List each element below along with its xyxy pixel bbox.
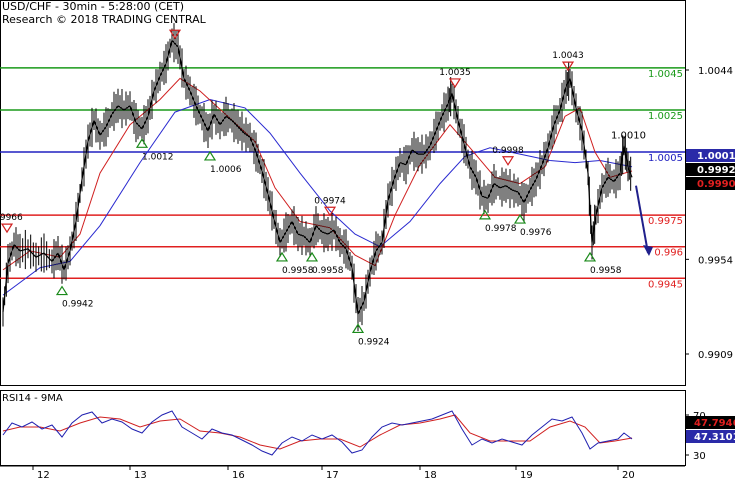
- rsi-value-label: 47.3101: [694, 432, 735, 443]
- pivot-label: 1.0035: [439, 68, 471, 78]
- rsi-line: [2, 410, 633, 456]
- price-box-label: 0.99929: [697, 165, 735, 176]
- pivot-label: 0.9976: [520, 228, 552, 238]
- x-tick-label: 13: [134, 470, 147, 480]
- x-tick-label: 20: [622, 470, 635, 480]
- x-tick-label: 12: [37, 470, 50, 480]
- rsi-ma-line: [2, 414, 633, 450]
- level-label: 1.0005: [648, 153, 683, 164]
- pivot-low-marker: [583, 251, 597, 262]
- pivot-high-marker: [561, 61, 575, 72]
- pivot-label: 0.9998: [492, 146, 524, 156]
- pivot-low-marker: [203, 150, 217, 161]
- pivot-label: 1.0012: [142, 152, 174, 162]
- x-tick-label: 19: [520, 470, 533, 480]
- level-label: 0.9975: [648, 216, 683, 227]
- x-tick-label: 18: [424, 470, 437, 480]
- x-tick-label: 16: [232, 470, 245, 480]
- price-box-label: 0.99907: [697, 179, 735, 190]
- pivot-label: 1.0043: [552, 51, 584, 61]
- pivot-high-marker: [0, 223, 14, 234]
- rsi-panel-frame: [0, 390, 686, 466]
- pivot-label: 0.9966: [0, 213, 23, 223]
- level-label: 1.0025: [648, 111, 683, 122]
- rsi-value-label: 47.7946: [694, 418, 735, 429]
- pivot-label: 0.9974: [314, 196, 346, 206]
- pivot-label: 0.9924: [358, 337, 390, 347]
- pivot-low-marker: [55, 285, 69, 296]
- x-tick-label: 17: [326, 470, 339, 480]
- pivot-low-marker: [305, 251, 319, 262]
- level-extra-label: 1.0010: [611, 131, 646, 142]
- forecast-arrow-line: [635, 185, 649, 254]
- pivot-label: 1.0006: [210, 165, 242, 175]
- pivot-label: 0.9942: [62, 300, 94, 310]
- y-tick-label: 0.9954: [698, 255, 733, 266]
- level-label: 0.9945: [648, 279, 683, 290]
- y-tick-label: 1.0044: [698, 66, 733, 77]
- pivot-label: 0.9958: [282, 266, 314, 276]
- level-label: 0.996: [654, 248, 683, 259]
- price-chart: 1.0045 1.0025 1.0005 0.9975 0.996 0.9945 1.001…: [0, 0, 735, 480]
- y-tick-label: 0.9909: [698, 350, 733, 361]
- pivot-low-marker: [275, 251, 289, 262]
- pivot-high-marker: [501, 156, 515, 166]
- pivot-label: 0.9978: [485, 224, 517, 234]
- pivot-label: 0.9958: [590, 266, 622, 276]
- rsi-tick-label: 30: [693, 451, 706, 462]
- level-label: 1.0045: [648, 69, 683, 80]
- price-box-label: 1.00017: [697, 151, 735, 162]
- pivot-label: 0.9958: [312, 266, 344, 276]
